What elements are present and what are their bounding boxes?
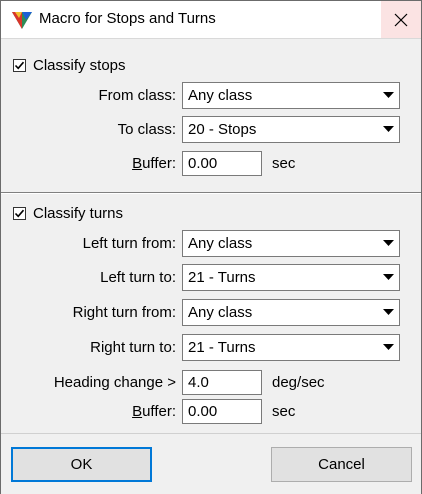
dialog-window: Macro for Stops and Turns Classify stops… bbox=[0, 0, 422, 494]
checkmark-icon bbox=[14, 209, 25, 218]
window-title: Macro for Stops and Turns bbox=[39, 10, 216, 27]
left-turn-to-value: 21 - Turns bbox=[188, 269, 256, 286]
cancel-button[interactable]: Cancel bbox=[271, 447, 412, 482]
ok-button[interactable]: OK bbox=[11, 447, 152, 482]
chevron-down-icon[interactable] bbox=[377, 265, 399, 290]
app-icon bbox=[12, 12, 32, 29]
to-class-value: 20 - Stops bbox=[188, 121, 257, 138]
heading-change-unit: deg/sec bbox=[272, 374, 325, 391]
to-class-select[interactable]: 20 - Stops bbox=[182, 116, 400, 143]
heading-change-input[interactable]: 4.0 bbox=[182, 370, 262, 395]
left-turn-to-label: Left turn to: bbox=[100, 269, 176, 286]
to-class-label: To class: bbox=[117, 121, 176, 138]
section-divider bbox=[1, 192, 421, 194]
turns-buffer-input[interactable]: 0.00 bbox=[182, 399, 262, 424]
left-turn-from-select[interactable]: Any class bbox=[182, 230, 400, 257]
right-turn-from-label: Right turn from: bbox=[72, 304, 176, 321]
right-turn-to-select[interactable]: 21 - Turns bbox=[182, 334, 400, 361]
button-bar: OK Cancel bbox=[1, 433, 421, 494]
chevron-down-icon[interactable] bbox=[377, 335, 399, 360]
from-class-value: Any class bbox=[188, 87, 253, 104]
left-turn-from-value: Any class bbox=[188, 235, 253, 252]
checkbox-box[interactable] bbox=[13, 207, 26, 220]
stops-buffer-input[interactable]: 0.00 bbox=[182, 151, 262, 176]
classify-stops-label: Classify stops bbox=[33, 57, 126, 74]
checkmark-icon bbox=[14, 61, 25, 70]
left-turn-to-select[interactable]: 21 - Turns bbox=[182, 264, 400, 291]
close-button[interactable] bbox=[381, 1, 421, 38]
stops-buffer-label: Buffer: bbox=[132, 155, 176, 172]
right-turn-to-value: 21 - Turns bbox=[188, 339, 256, 356]
right-turn-from-select[interactable]: Any class bbox=[182, 299, 400, 326]
classify-stops-checkbox[interactable]: Classify stops bbox=[13, 57, 126, 74]
chevron-down-icon[interactable] bbox=[377, 83, 399, 108]
turns-buffer-label: Buffer: bbox=[132, 403, 176, 420]
turns-buffer-unit: sec bbox=[272, 403, 296, 420]
stops-buffer-unit: sec bbox=[272, 155, 296, 172]
heading-change-label: Heading change > bbox=[53, 374, 176, 391]
checkbox-box[interactable] bbox=[13, 59, 26, 72]
classify-turns-label: Classify turns bbox=[33, 205, 124, 222]
right-turn-from-value: Any class bbox=[188, 304, 253, 321]
classify-turns-checkbox[interactable]: Classify turns bbox=[13, 205, 123, 222]
right-turn-to-label: Right turn to: bbox=[90, 339, 176, 356]
title-bar: Macro for Stops and Turns bbox=[1, 1, 421, 38]
from-class-label: From class: bbox=[98, 87, 176, 104]
stops-buffer-label-text: uffer: bbox=[142, 155, 176, 172]
turns-buffer-label-text: uffer: bbox=[142, 403, 176, 420]
close-icon bbox=[394, 13, 408, 26]
from-class-select[interactable]: Any class bbox=[182, 82, 400, 109]
left-turn-from-label: Left turn from: bbox=[82, 235, 176, 252]
chevron-down-icon[interactable] bbox=[377, 231, 399, 256]
chevron-down-icon[interactable] bbox=[377, 117, 399, 142]
chevron-down-icon[interactable] bbox=[377, 300, 399, 325]
